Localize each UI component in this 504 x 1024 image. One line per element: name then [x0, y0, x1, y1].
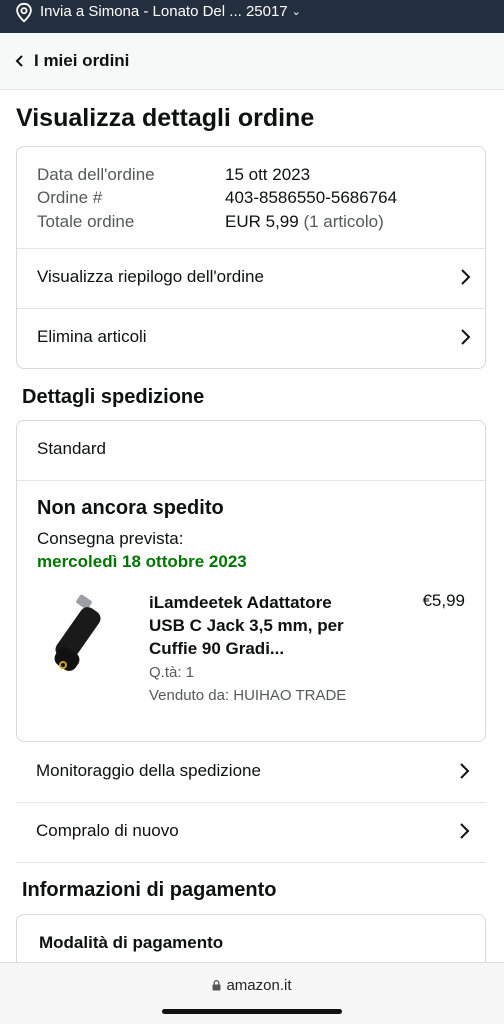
shipping-section-title: Dettagli spedizione	[22, 386, 205, 408]
location-pin-icon	[16, 2, 32, 22]
browser-address-bar[interactable]: amazon.it	[0, 962, 504, 1024]
header-title: I miei ordini	[34, 51, 130, 70]
buy-again-label: Compralo di nuovo	[36, 821, 179, 840]
order-date-label: Data dell'ordine	[37, 165, 155, 184]
eta-label: Consegna prevista:	[37, 529, 184, 548]
shipment-card: Standard Non ancora spedito Consegna pre…	[16, 420, 486, 742]
remove-items-label: Elimina articoli	[37, 327, 147, 346]
product-seller: Venduto da: HUIHAO TRADE	[149, 687, 347, 704]
order-info-card: Data dell'ordine 15 ott 2023 Ordine # 40…	[16, 146, 486, 369]
url-display[interactable]: amazon.it	[0, 977, 504, 994]
payment-section-title: Informazioni di pagamento	[22, 879, 277, 901]
eta-date: mercoledì 18 ottobre 2023	[37, 552, 247, 571]
page-title: Visualizza dettagli ordine	[16, 104, 315, 132]
order-date-value: 15 ott 2023	[225, 165, 311, 184]
order-summary-link[interactable]: Visualizza riepilogo dell'ordine	[17, 248, 485, 306]
payment-method-label: Modalità di pagamento	[39, 933, 224, 952]
delivery-location-text: Invia a Simona - Lonato Del ... 25017	[40, 3, 288, 20]
product-price: €5,99	[422, 591, 465, 610]
product-title[interactable]: iLamdeetek Adattatore USB C Jack 3,5 mm,…	[149, 591, 359, 660]
home-indicator[interactable]	[162, 1009, 342, 1014]
chevron-down-icon: ⌄	[291, 6, 301, 18]
track-shipment-label: Monitoraggio della spedizione	[36, 761, 261, 780]
shipping-method: Standard	[37, 439, 106, 458]
buy-again-link[interactable]: Compralo di nuovo	[16, 802, 486, 860]
lock-icon	[212, 980, 221, 991]
url-text: amazon.it	[226, 977, 292, 994]
order-summary-label: Visualizza riepilogo dell'ordine	[37, 267, 264, 286]
order-total-label: Totale ordine	[37, 212, 135, 231]
chevron-right-icon	[460, 763, 470, 779]
divider	[17, 480, 485, 481]
order-total-items: (1 articolo)	[303, 212, 384, 231]
product-image[interactable]	[49, 591, 119, 681]
chevron-right-icon	[461, 269, 471, 285]
remove-items-link[interactable]: Elimina articoli	[17, 308, 485, 366]
order-total-amount: EUR 5,99	[225, 212, 299, 231]
product-quantity: Q.tà: 1	[149, 664, 195, 681]
track-shipment-link[interactable]: Monitoraggio della spedizione	[16, 742, 486, 800]
order-total-value: EUR 5,99 (1 articolo)	[225, 212, 384, 232]
back-to-orders[interactable]: I miei ordini	[0, 33, 504, 90]
delivery-location-bar[interactable]: Invia a Simona - Lonato Del ... 25017 ⌄	[0, 0, 504, 33]
divider	[16, 862, 486, 863]
chevron-right-icon	[460, 823, 470, 839]
order-number-value: 403-8586550-5686764	[225, 188, 398, 207]
chevron-left-icon	[15, 55, 23, 67]
order-number-label: Ordine #	[37, 188, 103, 207]
chevron-right-icon	[461, 329, 471, 345]
shipment-status: Non ancora spedito	[37, 497, 224, 519]
